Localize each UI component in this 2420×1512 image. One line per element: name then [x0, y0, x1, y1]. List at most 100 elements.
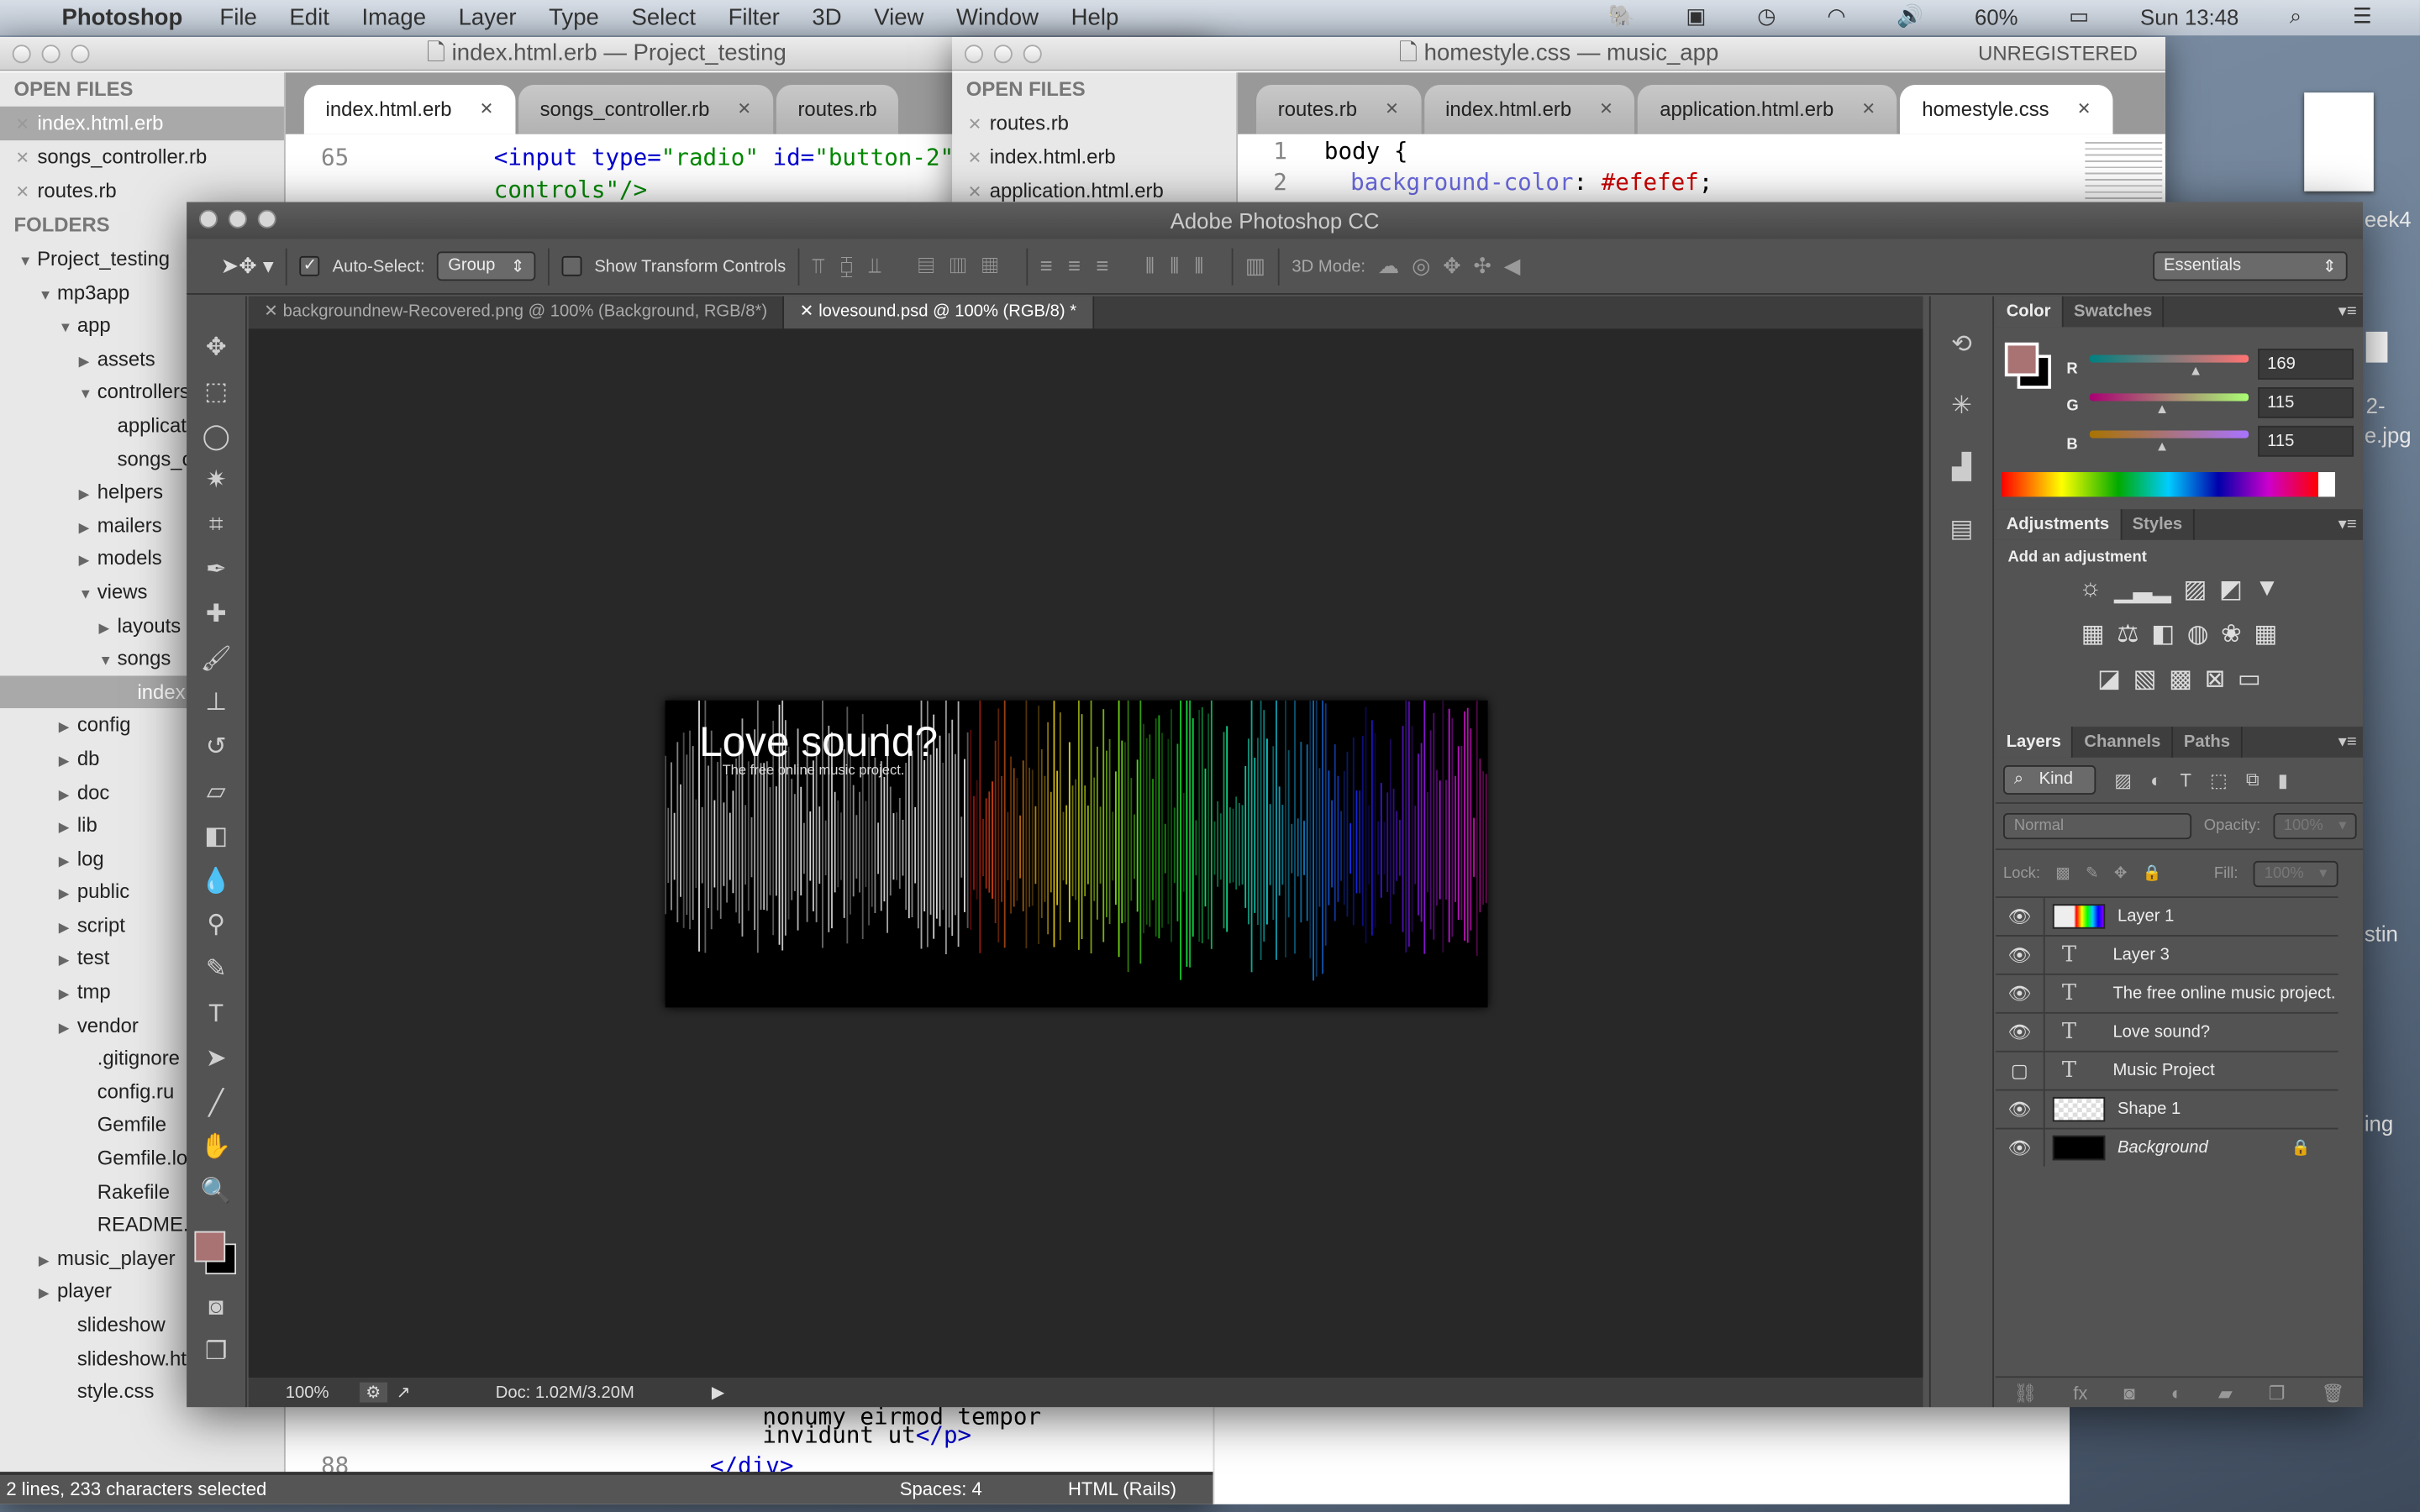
photo-filter-icon[interactable]: ◍ — [2187, 618, 2209, 649]
close-button[interactable] — [964, 45, 983, 64]
close-icon[interactable]: ✕ — [15, 116, 29, 134]
lock-position-icon[interactable]: ✥ — [2114, 864, 2127, 881]
g-slider[interactable] — [2089, 393, 2249, 402]
layer-style-icon[interactable]: fx — [2073, 1378, 2087, 1407]
close-icon[interactable]: ✕ — [737, 85, 751, 134]
b-slider-thumb[interactable]: ▲ — [2155, 438, 2169, 454]
magic-wand-tool-icon[interactable]: ✷ — [187, 460, 245, 505]
close-icon[interactable]: ✕ — [15, 184, 29, 202]
brush-settings-icon[interactable]: ✳ — [1931, 376, 1992, 438]
pen-tool-icon[interactable]: ✎ — [187, 949, 245, 994]
canvas-area[interactable]: Love sound? The free online music projec… — [248, 328, 1923, 1378]
open-file-item[interactable]: ✕ songs_controller.rb — [0, 140, 284, 174]
disclosure-closed-icon[interactable]: ▶ — [59, 911, 77, 942]
disclosure-closed-icon[interactable]: ▶ — [79, 545, 97, 575]
close-button[interactable] — [12, 45, 31, 64]
menu-image[interactable]: Image — [361, 5, 426, 31]
layer-row[interactable]: 👁 T The free online music project. — [1995, 973, 2338, 1012]
desktop-label[interactable]: stin — [2365, 921, 2398, 946]
panel-menu-icon[interactable]: ▾≡ — [2338, 727, 2357, 758]
link-layers-icon[interactable]: ⛓ — [2013, 1378, 2037, 1407]
hue-saturation-icon[interactable]: ▦ — [2081, 618, 2105, 649]
disclosure-closed-icon[interactable]: ▶ — [59, 1011, 77, 1042]
volume-icon[interactable]: 🔊 — [1897, 3, 1923, 29]
document-artwork[interactable]: Love sound? The free online music projec… — [665, 700, 1488, 1008]
channel-mixer-icon[interactable]: ❀ — [2221, 618, 2242, 649]
close-icon[interactable]: ✕ — [968, 116, 982, 134]
layer-name[interactable]: The free online music project. — [2112, 984, 2335, 1003]
disclosure-open-icon[interactable]: ▼ — [79, 379, 97, 409]
status-icon[interactable]: ⚙ — [359, 1382, 387, 1403]
filter-type-icon[interactable]: T — [2181, 769, 2191, 791]
tab-styles[interactable]: Styles — [2122, 509, 2195, 540]
close-icon[interactable]: ✕ — [1861, 85, 1876, 134]
lasso-tool-icon[interactable]: ◯ — [187, 416, 245, 460]
notification-center-icon[interactable]: ☰ — [2353, 3, 2372, 29]
layer-filter-kind-dropdown[interactable]: ⌕ Kind — [2003, 765, 2096, 795]
delete-layer-icon[interactable]: 🗑 — [2321, 1378, 2344, 1407]
evernote-icon[interactable]: 🐘 — [1608, 3, 1635, 29]
spotlight-icon[interactable]: ⌕ — [2290, 3, 2302, 29]
disclosure-open-icon[interactable]: ▼ — [39, 279, 57, 309]
status-menu-arrow-icon[interactable]: ▶ — [712, 1383, 725, 1403]
layer-name[interactable]: Background — [2118, 1138, 2208, 1157]
desktop-label[interactable]: ing — [2365, 1110, 2393, 1135]
layer-row[interactable]: 👁 Background 🔒 — [1995, 1127, 2338, 1167]
dodge-tool-icon[interactable]: ⚲ — [187, 905, 245, 949]
zoom-button[interactable] — [1023, 45, 1042, 64]
panel-menu-icon[interactable]: ▾≡ — [2338, 297, 2357, 328]
tab-routes[interactable]: routes.rb ✕ — [1256, 85, 1421, 134]
new-adjustment-icon[interactable]: ◐ — [2171, 1378, 2182, 1407]
close-icon[interactable]: ✕ — [1599, 85, 1613, 134]
tab-homestyle-css[interactable]: homestyle.css ✕ — [1900, 85, 2113, 134]
menu-edit[interactable]: Edit — [289, 5, 329, 31]
history-brush-tool-icon[interactable]: ↺ — [187, 727, 245, 771]
open-file-item[interactable]: ✕ index.html.erb — [952, 140, 1236, 174]
filter-shape-icon[interactable]: ⬚ — [2210, 769, 2228, 791]
lock-image-icon[interactable]: ✎ — [2086, 864, 2098, 881]
menu-layer[interactable]: Layer — [459, 5, 517, 31]
tab-layers[interactable]: Layers — [1995, 727, 2074, 758]
visibility-eye-icon[interactable]: 👁 — [1996, 1013, 2045, 1051]
blend-mode-dropdown[interactable]: Normal — [2003, 812, 2192, 840]
distribute-icons[interactable]: ≡≡≡ ⫴⫴⫴ — [1040, 253, 1219, 279]
zoom-level[interactable]: 100% — [286, 1383, 360, 1402]
b-slider[interactable] — [2089, 430, 2249, 438]
layer-name[interactable]: Music Project — [2112, 1062, 2214, 1080]
auto-align-icon[interactable]: ▥ — [1245, 253, 1265, 279]
type-tool-icon[interactable]: T — [187, 994, 245, 1038]
close-icon[interactable]: ✕ — [2077, 85, 2091, 134]
levels-icon[interactable]: ▁▃▂ — [2114, 573, 2171, 604]
foreground-color-swatch[interactable] — [194, 1231, 226, 1263]
lock-all-icon[interactable]: 🔒 — [2143, 864, 2162, 881]
disclosure-closed-icon[interactable]: ▶ — [79, 345, 97, 375]
menu-3d[interactable]: 3D — [812, 5, 841, 31]
desktop-label[interactable]: 2- — [2366, 393, 2386, 417]
disclosure-closed-icon[interactable]: ▶ — [59, 711, 77, 742]
3d-mode-icons[interactable]: ☁◎✥✣◀ — [1378, 253, 1534, 279]
disclosure-closed-icon[interactable]: ▶ — [79, 479, 97, 509]
disclosure-closed-icon[interactable]: ▶ — [79, 512, 97, 542]
zoom-button[interactable] — [71, 45, 90, 64]
layer-name[interactable]: Shape 1 — [2118, 1100, 2181, 1119]
disclosure-closed-icon[interactable]: ▶ — [59, 945, 77, 975]
crop-tool-icon[interactable]: ⌗ — [187, 505, 245, 549]
minimize-button[interactable] — [993, 45, 1013, 64]
disclosure-closed-icon[interactable]: ▶ — [59, 845, 77, 875]
brush-tool-icon[interactable]: 🖌 — [187, 638, 245, 683]
close-icon[interactable]: ✕ — [1385, 85, 1399, 134]
zoom-tool-icon[interactable]: 🔍 — [187, 1171, 245, 1215]
tab-swatches[interactable]: Swatches — [2063, 296, 2165, 328]
blur-tool-icon[interactable]: 💧 — [187, 860, 245, 905]
new-group-icon[interactable]: ▰ — [2218, 1378, 2233, 1407]
tab-color[interactable]: Color — [1995, 296, 2064, 328]
tab-routes[interactable]: routes.rb — [776, 85, 899, 134]
selective-color-icon[interactable]: ⊠ — [2205, 663, 2226, 694]
auto-select-dropdown[interactable]: Group ⇕ — [437, 251, 536, 281]
visibility-off-icon[interactable]: ▢ — [1996, 1052, 2045, 1089]
histogram-icon[interactable]: ▟ — [1931, 438, 1992, 500]
invert-icon[interactable]: ◪ — [2097, 663, 2121, 694]
foreground-color-swatch[interactable] — [2004, 342, 2039, 377]
properties-icon[interactable]: ▤ — [1931, 500, 1992, 561]
g-value-input[interactable]: 115 — [2258, 387, 2354, 418]
